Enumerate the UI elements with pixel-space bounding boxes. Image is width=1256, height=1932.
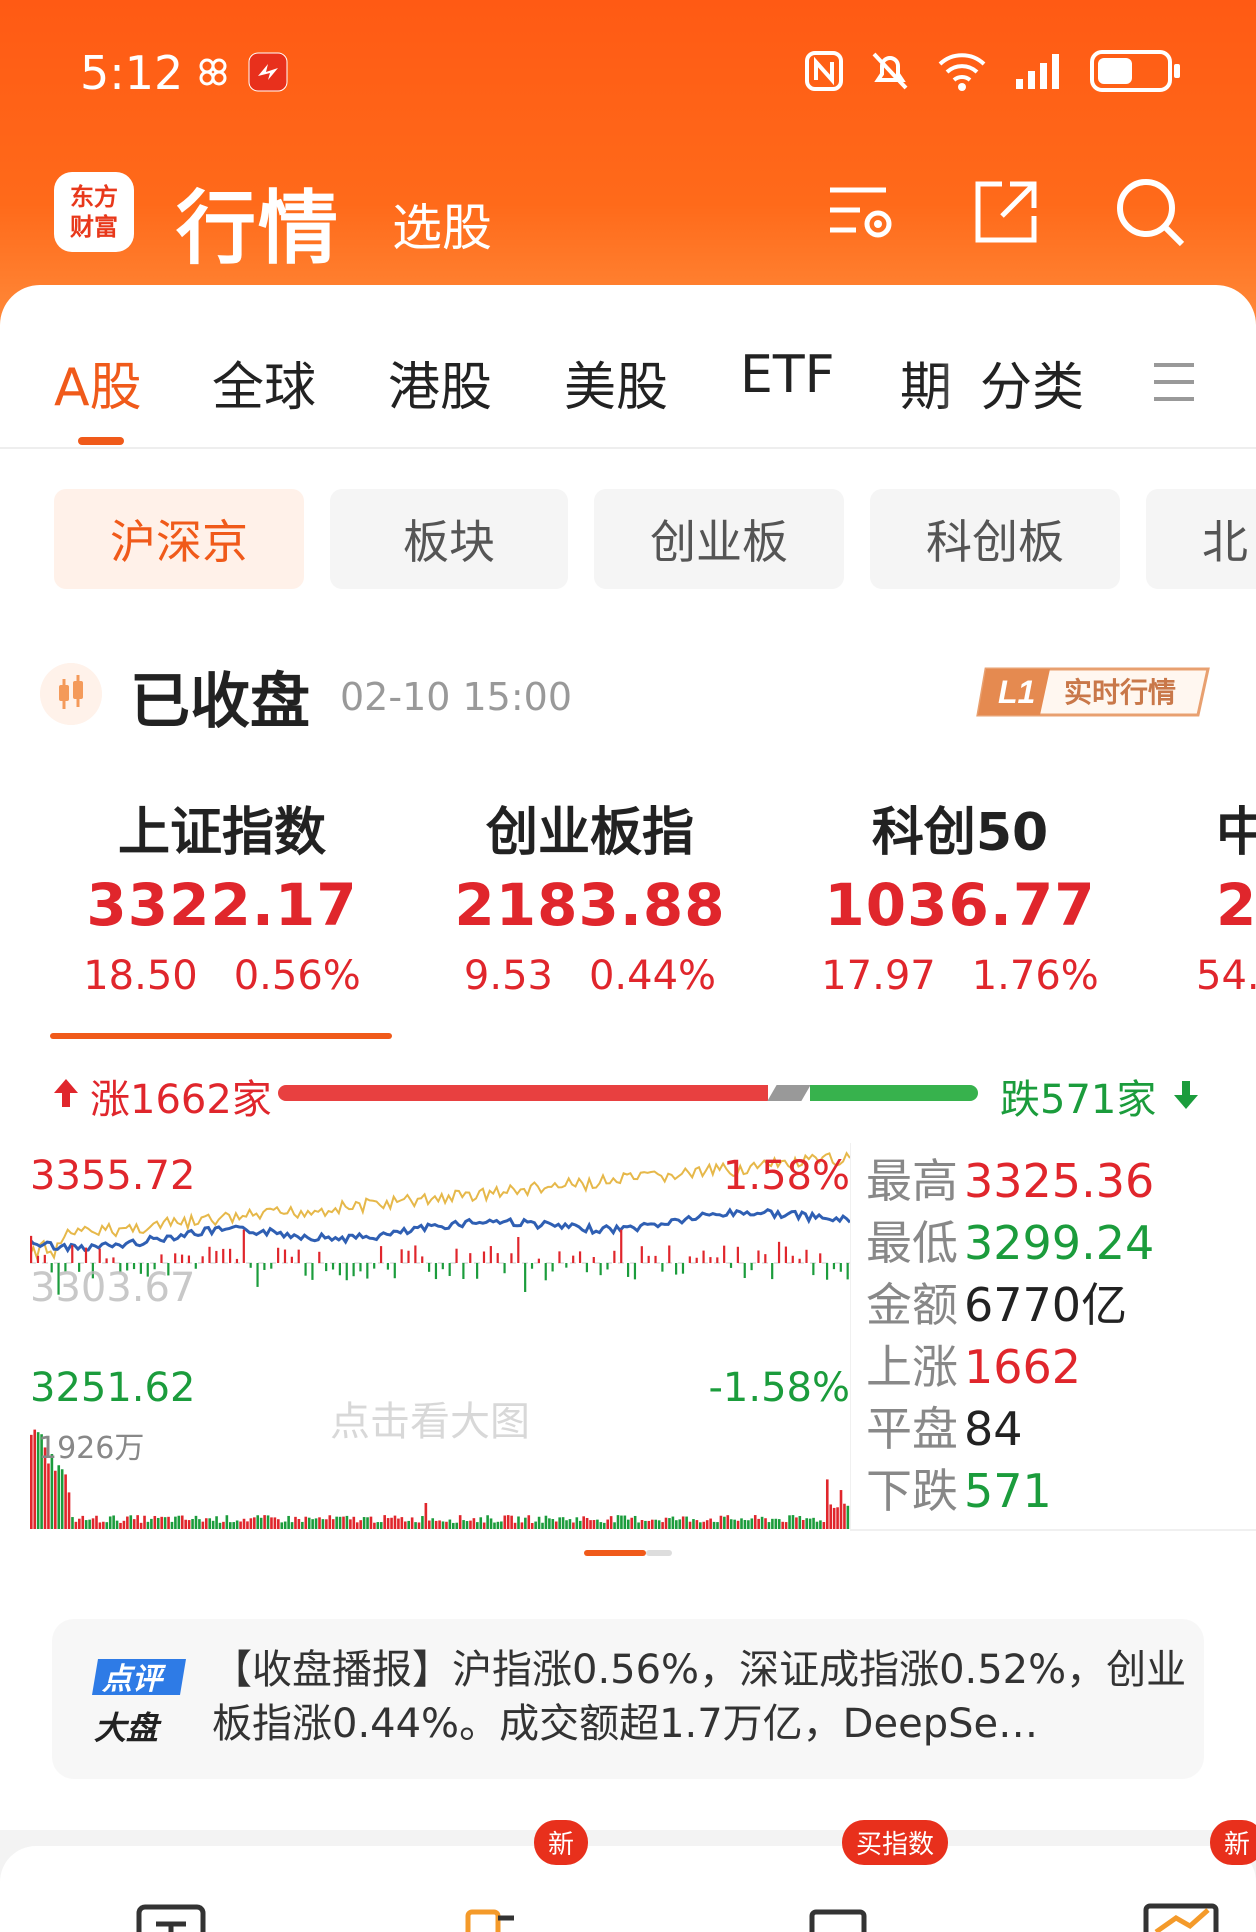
new-tag-2: 新: [1210, 1820, 1256, 1865]
mute-bell-icon: [872, 52, 908, 90]
chart-watermark: 点击看大图: [330, 1399, 530, 1445]
stat-low: 最低 3299.24: [866, 1216, 1155, 1270]
market-breadth: 涨1662家 跌571家: [0, 1065, 1256, 1125]
svg-text:点评: 点评: [101, 1662, 167, 1697]
market-close-time: 02-10 15:00: [340, 675, 573, 719]
active-tab-indicator: [78, 437, 124, 445]
tab-us[interactable]: 美股: [564, 345, 668, 420]
subtab-sector[interactable]: 板块: [330, 489, 568, 589]
share-icon[interactable]: [966, 172, 1046, 252]
chart-volume-label: 1926万: [38, 1431, 145, 1466]
decliners-label: 跌571家: [1000, 1077, 1157, 1123]
market-tabs: A股 全球 港股 美股 ETF 期 分类: [0, 345, 1256, 445]
wifi-icon: [938, 53, 986, 91]
tab-category[interactable]: 分类: [980, 345, 1084, 420]
chart-high-pct: 1.58%: [722, 1153, 850, 1199]
status-bar: 5:12: [0, 0, 1256, 140]
chart-doc-icon[interactable]: [808, 1904, 868, 1932]
new-tag: 新: [534, 1820, 589, 1865]
stat-advancers: 上涨 1662: [866, 1340, 1082, 1394]
stock-picker-tab[interactable]: 选股: [392, 188, 492, 260]
list-settings-icon[interactable]: [822, 172, 902, 252]
index-sh[interactable]: 上证指数 3322.17 18.50 0.56%: [52, 790, 392, 999]
subtab-hushenjing[interactable]: 沪深京: [54, 489, 304, 589]
tab-hk[interactable]: 港股: [388, 345, 492, 420]
chart-pager: [584, 1550, 672, 1556]
stat-decliners: 下跌 571: [866, 1464, 1052, 1518]
tab-etf[interactable]: ETF: [740, 345, 835, 405]
candlestick-icon: [40, 663, 102, 725]
advancers-label: 涨1662家: [90, 1077, 272, 1123]
nfc-icon: [805, 51, 843, 91]
stat-flat: 平盘 84: [866, 1402, 1023, 1456]
subtab-bse[interactable]: 北: [1146, 489, 1256, 589]
svg-text:大盘: 大盘: [94, 1709, 162, 1747]
app-bar: 东方 财富 行情 选股: [0, 150, 1256, 275]
index-partial[interactable]: 中 2 54.: [1196, 790, 1256, 999]
svg-text:L1: L1: [998, 674, 1035, 710]
trend-icon[interactable]: [1142, 1898, 1222, 1932]
svg-text:实时行情: 实时行情: [1064, 676, 1176, 709]
tab-global[interactable]: 全球: [212, 345, 316, 420]
market-news-card[interactable]: 点评 大盘 【收盘播报】沪指涨0.56%，深证成指涨0.52%，创业板指涨0.4…: [52, 1619, 1204, 1779]
signal-icon: [1016, 54, 1059, 89]
bag-icon[interactable]: [464, 1904, 524, 1932]
board-subtabs: 沪深京 板块 创业板 科创板 北: [0, 489, 1256, 589]
feature-strip: 新 买指数 新: [0, 1820, 1256, 1932]
index-chinext[interactable]: 创业板指 2183.88 9.53 0.44%: [420, 790, 760, 999]
stat-amount: 金额 6770亿: [866, 1278, 1128, 1332]
up-arrow-icon: [54, 1079, 78, 1107]
flat-bar: [767, 1085, 811, 1101]
index-cards: 上证指数 3322.17 18.50 0.56% 创业板指 2183.88 9.5…: [0, 790, 1256, 999]
selected-index-indicator: [50, 1033, 392, 1039]
page-title[interactable]: 行情: [176, 164, 340, 280]
decliners-bar: [810, 1085, 978, 1101]
app-notification-icon: [248, 52, 288, 92]
buy-index-tag: 买指数: [842, 1820, 949, 1865]
market-review-badge: 点评 大盘: [92, 1659, 186, 1747]
advancers-bar: [278, 1085, 768, 1101]
chart-low-pct: -1.58%: [708, 1365, 850, 1411]
market-card: A股 全球 港股 美股 ETF 期 分类 沪深京 板块 创业板 科创板 北 已收…: [0, 285, 1256, 1830]
status-time: 5:12: [80, 46, 184, 100]
market-news-text: 【收盘播报】沪指涨0.56%，深证成指涨0.52%，创业板指涨0.44%。成交额…: [212, 1647, 1187, 1747]
battery-icon: [1090, 50, 1180, 92]
down-arrow-icon: [1174, 1081, 1198, 1109]
market-status-row: 已收盘 02-10 15:00 L1 实时行情: [0, 645, 1256, 737]
subtab-chinext[interactable]: 创业板: [594, 489, 844, 589]
search-icon[interactable]: [1110, 172, 1190, 252]
l1-realtime-badge[interactable]: L1 实时行情: [976, 665, 1212, 719]
market-closed-label: 已收盘: [130, 667, 310, 737]
index-star50[interactable]: 科创50 1036.77 17.97 1.76%: [790, 790, 1130, 999]
chart-high-label: 3355.72: [30, 1153, 196, 1199]
menu-icon[interactable]: [1150, 359, 1198, 405]
flower-icon: [199, 58, 227, 86]
chart-low-label: 3251.62: [30, 1365, 196, 1411]
app-logo[interactable]: 东方 财富: [54, 172, 134, 252]
document-icon[interactable]: [136, 1904, 206, 1932]
stat-high: 最高 3325.36: [866, 1154, 1155, 1208]
chart-mid-label: 3303.67: [30, 1265, 196, 1311]
tab-a-shares[interactable]: A股: [54, 345, 142, 420]
subtab-star[interactable]: 科创板: [870, 489, 1120, 589]
